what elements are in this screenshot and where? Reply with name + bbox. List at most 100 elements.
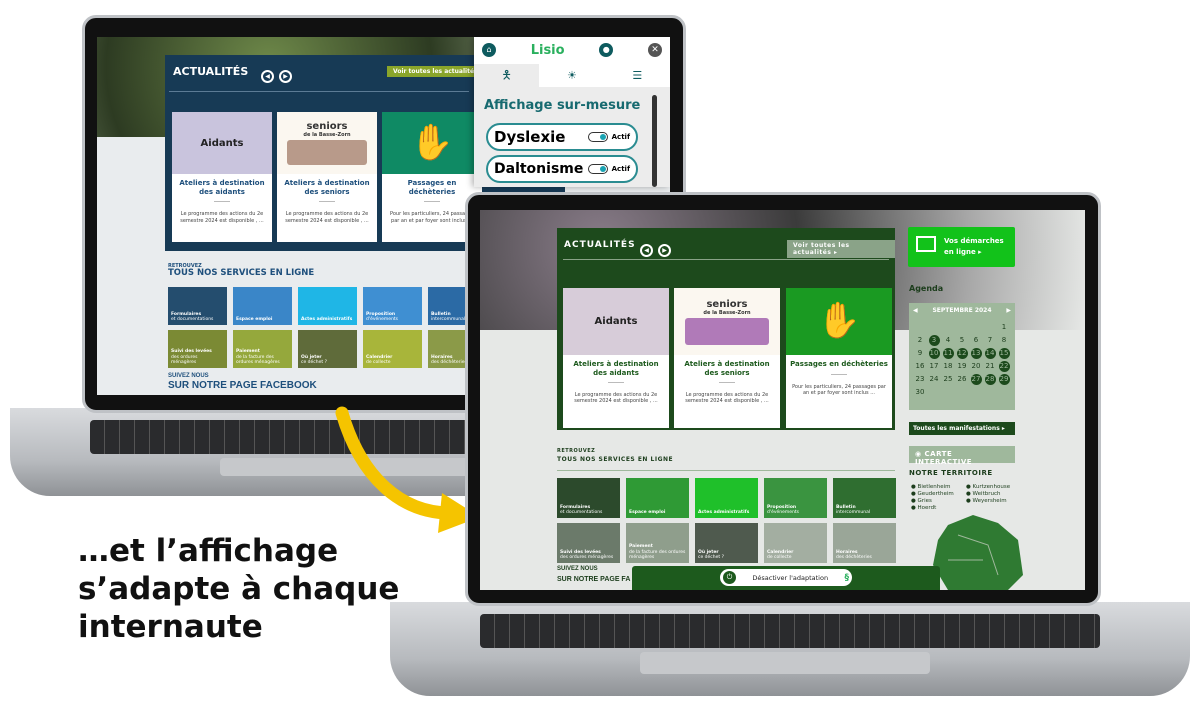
calendar-day[interactable]: 7: [983, 335, 997, 346]
lisio-scrollbar[interactable]: [652, 95, 657, 187]
calendar-day[interactable]: 15: [998, 348, 1010, 359]
image-text: Aidants: [200, 137, 244, 149]
calendar-day[interactable]: 16: [913, 361, 927, 372]
contrast-icon[interactable]: ☀: [539, 64, 605, 87]
calendar-day[interactable]: 19: [955, 361, 969, 372]
caption-line: internaute: [78, 609, 263, 645]
settings-sliders-icon[interactable]: ☰: [604, 64, 670, 87]
calendar-day[interactable]: 2: [913, 335, 927, 346]
calendar-day[interactable]: 25: [941, 374, 955, 385]
service-tile[interactable]: Bulletin intercommunal: [833, 478, 896, 518]
town-link[interactable]: ● Bietlenheim: [911, 484, 966, 491]
service-tile[interactable]: Espace emploi: [626, 478, 689, 518]
prev-icon[interactable]: ◀: [640, 244, 653, 257]
news-card[interactable]: ✋ Passages en déchèteries Pour les parti…: [786, 288, 892, 428]
calendar-day[interactable]: 8: [997, 335, 1011, 346]
tile-title: Espace emploi: [236, 316, 273, 322]
service-tile[interactable]: Calendrier de collecte: [764, 523, 827, 563]
service-tile[interactable]: Suivi des levées des ordures ménagères: [557, 523, 620, 563]
news-card[interactable]: Aidants Ateliers à destination des aidan…: [172, 112, 272, 242]
calendar-day[interactable]: 21: [983, 361, 997, 372]
service-tile[interactable]: Où jeter ce déchet ?: [695, 523, 758, 563]
calendar-day[interactable]: 1: [997, 322, 1011, 333]
option-state: Actif: [611, 133, 630, 141]
calendar-day[interactable]: 18: [941, 361, 955, 372]
disable-adaptation-button[interactable]: ⏻ Désactiver l'adaptation §: [720, 569, 852, 586]
news-card-title: Ateliers à destination des seniors: [284, 179, 370, 196]
territory-map[interactable]: [928, 515, 1028, 590]
town-link[interactable]: ● Gries: [911, 498, 966, 505]
all-events-button[interactable]: Toutes les manifestations ▸: [909, 422, 1015, 435]
news-card[interactable]: Aidants Ateliers à destination des aidan…: [563, 288, 669, 428]
service-tile[interactable]: Espace emploi: [233, 287, 292, 325]
calendar-day[interactable]: 24: [927, 374, 941, 385]
town-link[interactable]: ● Weitbruch: [966, 491, 1021, 498]
service-tile[interactable]: Proposition d'événements: [764, 478, 827, 518]
calendar-day[interactable]: 20: [969, 361, 983, 372]
agenda-title: Agenda: [909, 284, 944, 293]
calendar-day[interactable]: 4: [941, 335, 955, 346]
tile-subtitle: de collecte: [366, 359, 391, 365]
calendar-day[interactable]: 13: [970, 348, 982, 359]
social-title: SUR NOTRE PAGE FA: [557, 576, 631, 583]
town-link[interactable]: ● Geudertheim: [911, 491, 966, 498]
service-tile[interactable]: Paiement de la facture des ordures ménagè…: [233, 330, 292, 368]
calendar-day[interactable]: 5: [955, 335, 969, 346]
next-icon[interactable]: ▶: [658, 244, 672, 257]
calendar-day[interactable]: 17: [927, 361, 941, 372]
service-tile[interactable]: Où jeter ce déchet ?: [298, 330, 357, 368]
toggle-switch[interactable]: [587, 132, 608, 142]
home-icon[interactable]: ⌂: [482, 43, 496, 57]
interactive-map-button[interactable]: ◉ CARTE INTERACTIVE: [909, 446, 1015, 466]
calendar-day[interactable]: 9: [913, 348, 927, 359]
service-tile[interactable]: Suivi des levées des ordures ménagères: [168, 330, 227, 368]
prev-icon[interactable]: ◀: [261, 70, 274, 83]
close-icon[interactable]: ✕: [647, 43, 662, 57]
news-card[interactable]: seniors de la Basse-Zorn Ateliers à dest…: [674, 288, 780, 428]
front-trackpad: [640, 652, 930, 674]
service-tile[interactable]: Actes administratifs: [298, 287, 357, 325]
calendar-day[interactable]: 26: [955, 374, 969, 385]
calendar-day[interactable]: 22: [998, 361, 1010, 372]
calendar-day[interactable]: 29: [998, 374, 1010, 385]
calendar-day[interactable]: 12: [956, 348, 968, 359]
image-text: seniors: [306, 121, 348, 133]
calendar-day[interactable]: 27: [970, 374, 982, 385]
calendar-day[interactable]: 6: [969, 335, 983, 346]
social-title: SUR NOTRE PAGE FACEBOOK: [168, 380, 317, 391]
see-all-news-button[interactable]: Voir toutes les actualités ▸: [787, 240, 895, 258]
calendar-day[interactable]: 3: [928, 335, 940, 346]
service-tile[interactable]: Horaires des déchèteries: [833, 523, 896, 563]
image-subtext: de la Basse-Zorn: [703, 309, 751, 316]
service-tile[interactable]: Formulaires et documentations: [557, 478, 620, 518]
lisio-option[interactable]: Dyslexie Actif: [486, 123, 638, 151]
news-card[interactable]: seniors de la Basse-Zorn Ateliers à dest…: [277, 112, 377, 242]
service-tile[interactable]: Paiement de la facture des ordures ménagè…: [626, 523, 689, 563]
hand-icon: ✋: [410, 122, 454, 163]
option-state: Actif: [611, 165, 630, 173]
service-tile[interactable]: Actes administratifs: [695, 478, 758, 518]
service-tile[interactable]: Proposition d'événements: [363, 287, 422, 325]
next-month-icon[interactable]: ▶: [1006, 307, 1011, 314]
calendar-day[interactable]: 23: [913, 374, 927, 385]
calendar-day[interactable]: 30: [913, 387, 927, 398]
town-link[interactable]: ● Hoerdt: [911, 505, 966, 512]
news-card-title: Ateliers à destination des aidants: [179, 179, 265, 196]
service-tile[interactable]: Calendrier de collecte: [363, 330, 422, 368]
calendar-day[interactable]: 10: [928, 348, 940, 359]
lisio-option[interactable]: Daltonisme Actif: [486, 155, 638, 183]
photo: [684, 317, 770, 345]
service-tile[interactable]: Formulaires et documentations: [168, 287, 227, 325]
prev-month-icon[interactable]: ◀: [913, 307, 918, 314]
next-icon[interactable]: ▶: [279, 70, 293, 83]
calendar-day[interactable]: 14: [984, 348, 996, 359]
accessibility-icon[interactable]: 🯅: [474, 64, 539, 87]
calendar-day[interactable]: 28: [984, 374, 996, 385]
town-link[interactable]: ● Kurtzenhouse: [966, 484, 1021, 491]
town-link[interactable]: ● Weyersheim: [966, 498, 1021, 505]
demarches-button[interactable]: Vos démarches en ligne ▸: [908, 227, 1015, 267]
news-card-image: Aidants: [172, 112, 272, 175]
user-icon[interactable]: ●: [599, 43, 614, 57]
toggle-switch[interactable]: [587, 164, 608, 174]
calendar-day[interactable]: 11: [942, 348, 954, 359]
